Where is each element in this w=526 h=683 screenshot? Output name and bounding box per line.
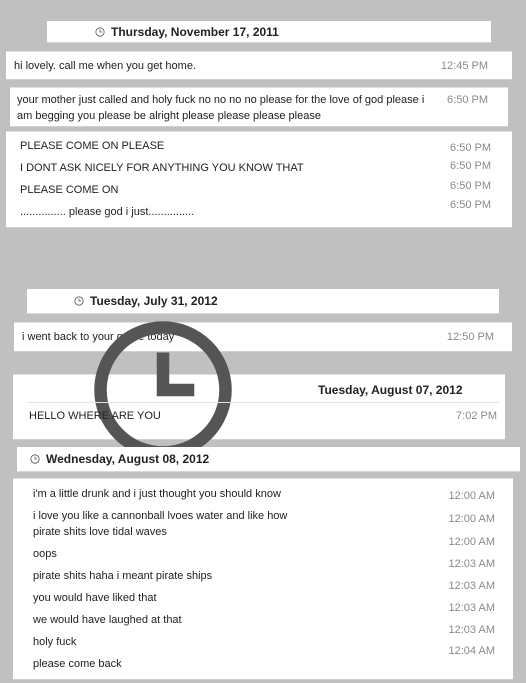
- message-time: 12:50 PM: [446, 331, 494, 343]
- message-text: ............... please god i just.......…: [20, 206, 195, 218]
- message-text: pirate shits haha i meant pirate ships: [33, 570, 213, 582]
- message-time: 7:02 PM: [456, 410, 497, 422]
- message-text: I DONT ASK NICELY FOR ANYTHING YOU KNOW …: [20, 162, 304, 174]
- message-text: you would have liked that: [33, 592, 157, 604]
- message-group: your mother just called and holy fuck no…: [10, 87, 508, 127]
- message-group: Tuesday, August 07, 2012 HELLO WHERE ARE…: [13, 374, 505, 440]
- date-label: Tuesday, August 07, 2012: [318, 383, 463, 397]
- message-text: we would have laughed at that: [33, 614, 182, 626]
- message-time: 12:03 AM: [448, 558, 495, 570]
- message-time: 12:00 AM: [448, 536, 495, 548]
- message-text: oops: [33, 548, 57, 560]
- date-label: Thursday, November 17, 2011: [111, 24, 279, 39]
- date-label: Wednesday, August 08, 2012: [46, 452, 210, 466]
- message-time: 6:50 PM: [450, 142, 491, 154]
- message-time: 12:00 AM: [448, 490, 495, 502]
- message-text: your mother just called and holy fuck no…: [17, 94, 425, 122]
- message-text: holy fuck: [33, 636, 77, 648]
- message-time: 6:50 PM: [450, 199, 491, 211]
- message-time: 12:45 PM: [440, 60, 488, 72]
- date-header: Tuesday, August 07, 2012: [13, 381, 463, 399]
- clock-icon: [13, 315, 313, 465]
- message-group: i'm a little drunk and i just thought yo…: [13, 478, 513, 680]
- message-text: i'm a little drunk and i just thought yo…: [33, 488, 281, 500]
- message-text: PLEASE COME ON PLEASE: [20, 140, 165, 152]
- message-text: HELLO WHERE ARE YOU: [29, 410, 161, 422]
- message-time: 12:00 AM: [448, 513, 495, 525]
- message-group: PLEASE COME ON PLEASE 6:50 PM I DONT ASK…: [6, 131, 512, 228]
- clock-icon: [74, 296, 84, 306]
- date-label: Tuesday, July 31, 2012: [90, 294, 218, 308]
- clock-icon: [95, 27, 105, 37]
- message-text: hi lovely. call me when you get home.: [14, 60, 196, 72]
- message-time: 6:50 PM: [450, 160, 491, 172]
- clock-icon: [30, 454, 40, 464]
- message-text: PLEASE COME ON: [20, 184, 119, 196]
- message-text: please come back: [33, 658, 122, 670]
- message-text: i love you like a cannonball lvoes water…: [33, 510, 288, 538]
- message-time: 12:03 AM: [448, 624, 495, 636]
- message-time: 12:04 AM: [448, 645, 495, 657]
- message-time: 12:03 AM: [448, 580, 495, 592]
- message-group: hi lovely. call me when you get home. 12…: [6, 51, 512, 80]
- date-header: Tuesday, July 31, 2012: [27, 289, 499, 314]
- message-time: 12:03 AM: [448, 602, 495, 614]
- message-time: 6:50 PM: [450, 180, 491, 192]
- date-header: Wednesday, August 08, 2012: [17, 447, 520, 472]
- message-time: 6:50 PM: [447, 94, 488, 106]
- date-header: Thursday, November 17, 2011: [47, 21, 491, 43]
